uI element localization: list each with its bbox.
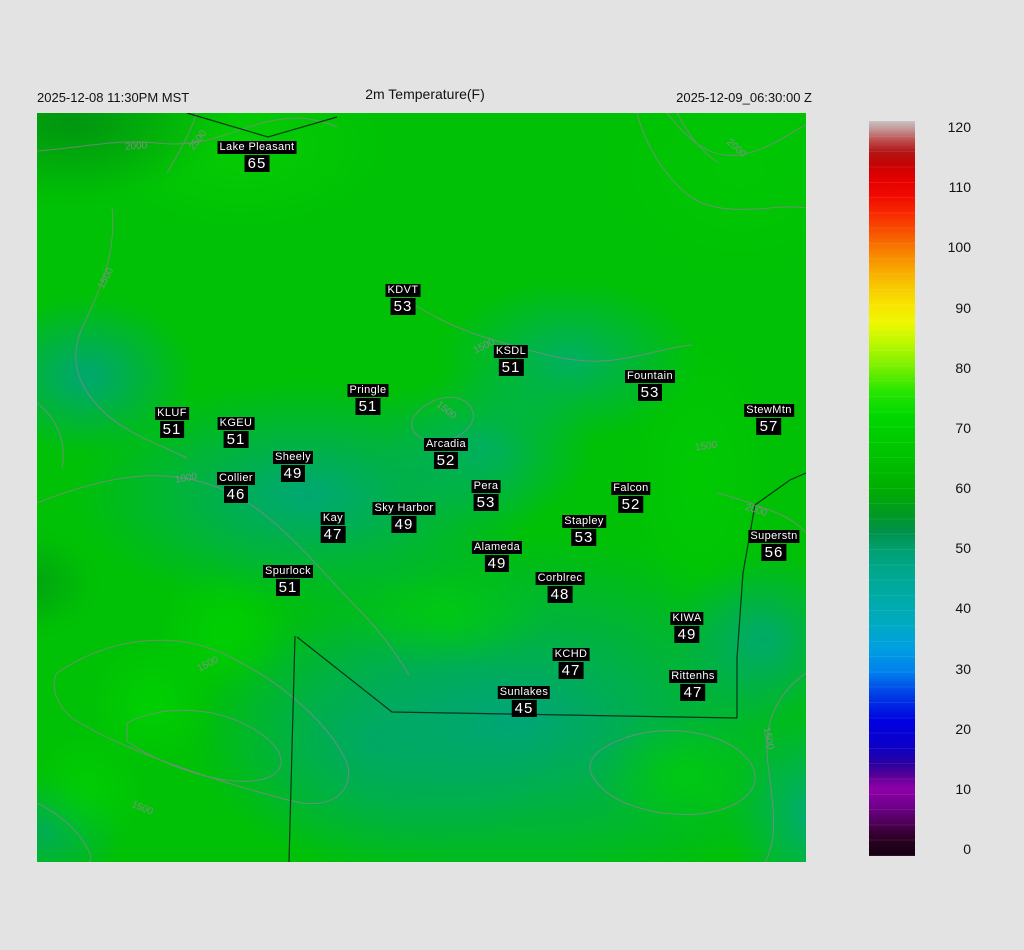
station-value: 51 — [218, 431, 255, 448]
colorbar-tick-60: 60 — [955, 480, 971, 496]
station-name: Arcadia — [423, 438, 469, 451]
station-name: Spurlock — [263, 565, 313, 578]
station-name: Pringle — [347, 384, 389, 397]
station-sky-harbor: Sky Harbor 49 — [372, 499, 436, 533]
station-name: Sunlakes — [497, 686, 551, 699]
station-value: 53 — [625, 384, 675, 401]
colorbar-tick-10: 10 — [955, 780, 971, 797]
station-value: 53 — [472, 494, 501, 511]
station-spurlock: Spurlock 51 — [263, 562, 313, 596]
station-name: Sheely — [272, 451, 314, 464]
colorbar-tick-70: 70 — [955, 419, 971, 436]
station-name: KSDL — [493, 345, 529, 358]
station-arcadia: Arcadia 52 — [423, 435, 469, 469]
station-ksdl: KSDL 51 — [493, 342, 529, 376]
station-stewmtn: StewMtn 57 — [744, 401, 794, 435]
station-value: 51 — [263, 579, 313, 596]
station-name: KGEU — [217, 417, 255, 430]
station-sunlakes: Sunlakes 45 — [497, 683, 551, 717]
station-value: 56 — [748, 544, 799, 561]
station-name: Lake Pleasant — [217, 141, 297, 154]
station-fountain: Fountain 53 — [624, 367, 676, 401]
station-value: 47 — [553, 662, 590, 679]
station-sheely: Sheely 49 — [272, 448, 314, 482]
temperature-map: 2000 2500 2000 1500 1000 1500 1500 1500 2000 1500… — [37, 113, 806, 862]
station-name: Sky Harbor — [372, 502, 436, 515]
station-value: 48 — [536, 586, 585, 603]
station-value: 51 — [347, 398, 388, 415]
station-value: 53 — [386, 298, 421, 315]
station-collier: Collier 46 — [217, 469, 255, 503]
colorbar-tick-0: 0 — [963, 841, 971, 857]
station-value: 47 — [320, 526, 346, 543]
station-name: Pera — [471, 480, 501, 493]
station-value: 47 — [669, 684, 717, 701]
station-readings: Lake Pleasant 65 KDVT 53 KSDL 51 Fountain 53 Ste… — [37, 113, 806, 862]
station-name: Kay — [320, 512, 346, 525]
station-stapley: Stapley 53 — [562, 512, 606, 546]
station-value: 53 — [562, 529, 606, 546]
colorbar-tick-120: 120 — [947, 119, 971, 135]
station-value: 49 — [670, 626, 703, 643]
station-value: 51 — [494, 359, 528, 376]
station-name: StewMtn — [744, 404, 794, 417]
colorbar-steps — [869, 121, 915, 856]
station-kdvt: KDVT 53 — [385, 281, 421, 315]
station-name: Corblrec — [535, 572, 585, 585]
contour-label-2000: 2000 — [124, 140, 148, 153]
station-name: Fountain — [624, 370, 676, 383]
station-name: Alameda — [471, 541, 523, 554]
station-lake-pleasant: Lake Pleasant 65 — [217, 138, 297, 172]
station-name: KLUF — [155, 407, 189, 420]
station-name: Falcon — [611, 482, 651, 495]
station-value: 65 — [218, 155, 297, 172]
station-corblrec: Corblrec 48 — [535, 569, 585, 603]
station-pera: Pera 53 — [471, 477, 501, 511]
colorbar: 120 110 100 90 80 70 60 50 40 30 20 10 0 — [869, 119, 1024, 857]
station-name: Stapley — [562, 515, 606, 528]
colorbar-tick-110: 110 — [948, 179, 971, 196]
station-name: Rittenhs — [669, 670, 717, 683]
station-rittenhs: Rittenhs 47 — [669, 667, 717, 701]
station-value: 57 — [744, 418, 794, 435]
valid-time-utc: 2025-12-09_06:30:00 Z — [676, 90, 812, 105]
valid-time-local: 2025-12-08 11:30PM MST — [37, 90, 190, 105]
station-alameda: Alameda 49 — [471, 538, 523, 572]
station-name: KIWA — [670, 612, 704, 625]
station-value: 45 — [498, 700, 550, 717]
colorbar-tick-20: 20 — [955, 720, 971, 737]
colorbar-tick-50: 50 — [955, 540, 971, 557]
station-kluf: KLUF 51 — [155, 404, 189, 438]
station-superstn: Superstn 56 — [748, 527, 800, 561]
station-value: 49 — [372, 516, 435, 533]
station-name: KCHD — [552, 648, 590, 661]
colorbar-tick-90: 90 — [955, 299, 971, 316]
station-kchd: KCHD 47 — [552, 645, 590, 679]
station-value: 52 — [611, 496, 650, 513]
station-name: Superstn — [748, 530, 800, 543]
colorbar-tick-80: 80 — [955, 359, 971, 376]
station-kiwa: KIWA 49 — [670, 609, 704, 643]
station-name: Collier — [217, 472, 255, 485]
station-kgeu: KGEU 51 — [217, 414, 255, 448]
station-value: 46 — [217, 486, 255, 503]
page-title: 2m Temperature(F) — [365, 86, 485, 102]
colorbar-tick-30: 30 — [955, 660, 971, 677]
station-value: 51 — [155, 421, 189, 438]
station-value: 52 — [424, 452, 468, 469]
colorbar-tick-100: 100 — [947, 239, 971, 256]
colorbar-tick-40: 40 — [955, 600, 971, 617]
station-falcon: Falcon 52 — [611, 479, 651, 513]
station-kay: Kay 47 — [320, 509, 346, 543]
station-pringle: Pringle 51 — [347, 381, 389, 415]
station-value: 49 — [273, 465, 313, 482]
station-name: KDVT — [385, 284, 421, 297]
station-value: 49 — [472, 555, 522, 572]
